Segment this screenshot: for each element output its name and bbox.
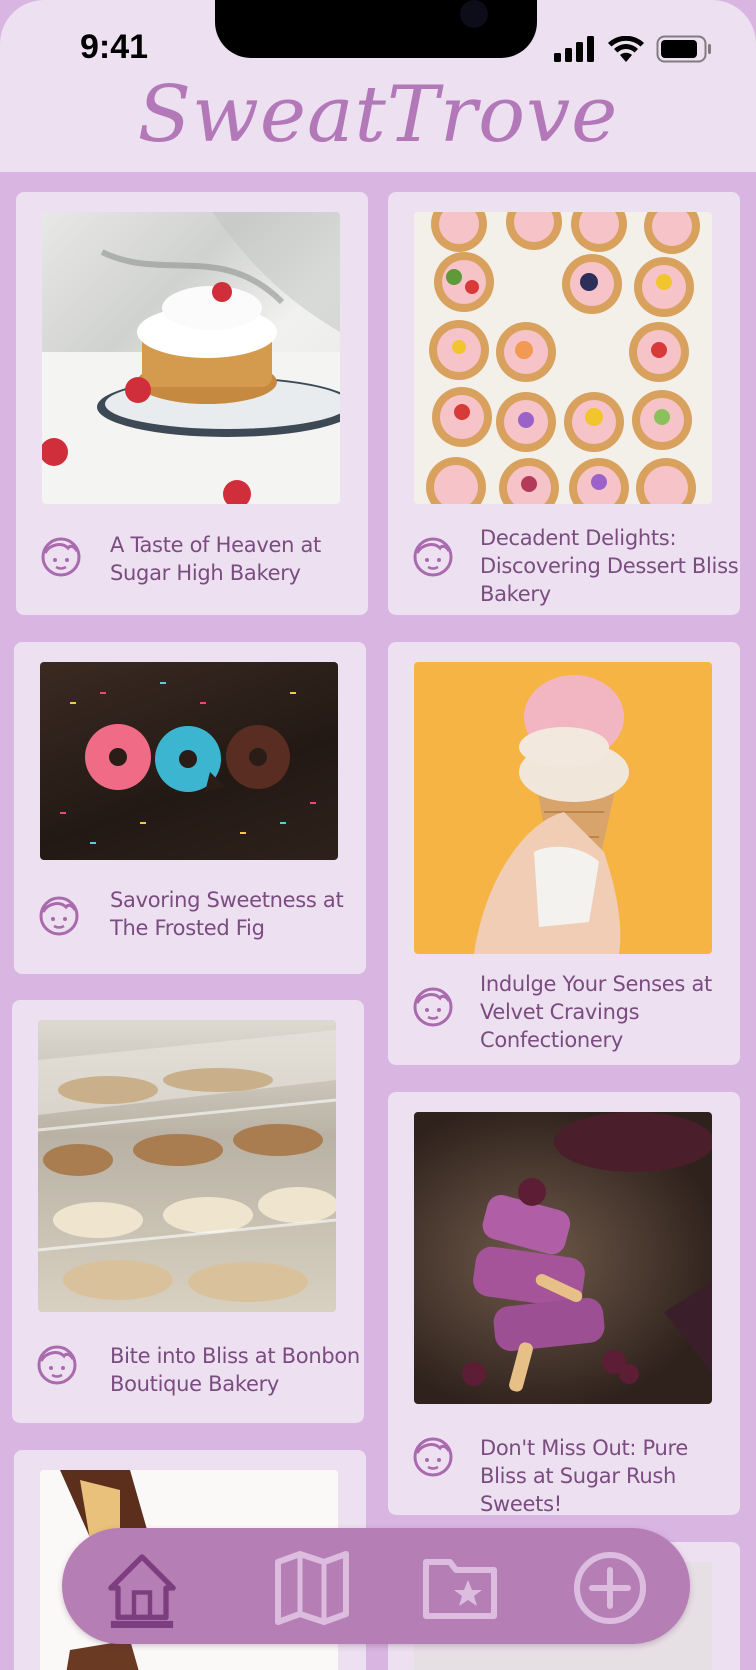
post-title[interactable]: Decadent Delights: Discovering Dessert B… (480, 524, 740, 608)
post-card[interactable]: Don't Miss Out: Pure Bliss at Sugar Rush… (388, 1092, 740, 1518)
post-card[interactable]: Decadent Delights: Discovering Dessert B… (388, 192, 740, 615)
status-time: 9:41 (80, 28, 149, 66)
app-title: SweatTrove (137, 70, 619, 160)
waffle-photo (42, 212, 340, 504)
nav-home[interactable] (102, 1548, 182, 1628)
bottom-nav (62, 1528, 690, 1644)
signal-bars-icon (554, 36, 594, 62)
face-icon (413, 1437, 453, 1477)
face-icon (39, 896, 79, 936)
app-screen: 9:41 SweatTrove A Taste of Heaven at Sug… (0, 0, 756, 1670)
fruit-tarts-photo (414, 212, 712, 504)
home-icon (108, 1554, 176, 1628)
donuts-photo (40, 662, 338, 860)
post-title[interactable]: Don't Miss Out: Pure Bliss at Sugar Rush… (480, 1434, 738, 1518)
post-title[interactable]: Bite into Bliss at Bonbon Boutique Baker… (110, 1342, 360, 1398)
post-card[interactable]: A Taste of Heaven at Sugar High Bakery (16, 192, 368, 615)
battery-icon (656, 35, 711, 63)
face-icon (413, 987, 453, 1027)
post-card[interactable]: Bite into Bliss at Bonbon Boutique Baker… (12, 1000, 364, 1423)
post-title[interactable]: Indulge Your Senses at Velvet Cravings C… (480, 970, 720, 1054)
face-icon (37, 1345, 77, 1385)
plus-circle-icon (574, 1552, 646, 1624)
pastry-case-photo (38, 1020, 336, 1312)
face-icon (41, 537, 81, 577)
status-icons (554, 34, 712, 64)
post-title[interactable]: A Taste of Heaven at Sugar High Bakery (110, 531, 350, 587)
post-title[interactable]: Savoring Sweetness at The Frosted Fig (110, 886, 350, 942)
nav-map[interactable] (272, 1548, 352, 1628)
folder-star-icon (423, 1559, 497, 1619)
device-notch (215, 0, 537, 58)
nav-add[interactable] (570, 1548, 650, 1628)
map-icon (275, 1551, 349, 1625)
face-icon (413, 537, 453, 577)
popsicles-photo (414, 1112, 712, 1404)
nav-favorites[interactable] (420, 1548, 500, 1628)
post-card[interactable]: Indulge Your Senses at Velvet Cravings C… (388, 642, 740, 1065)
app-header: 9:41 SweatTrove (0, 0, 756, 172)
ice-cream-cone-photo (414, 662, 712, 954)
post-card[interactable]: Savoring Sweetness at The Frosted Fig (14, 642, 366, 974)
wifi-icon (608, 36, 644, 62)
